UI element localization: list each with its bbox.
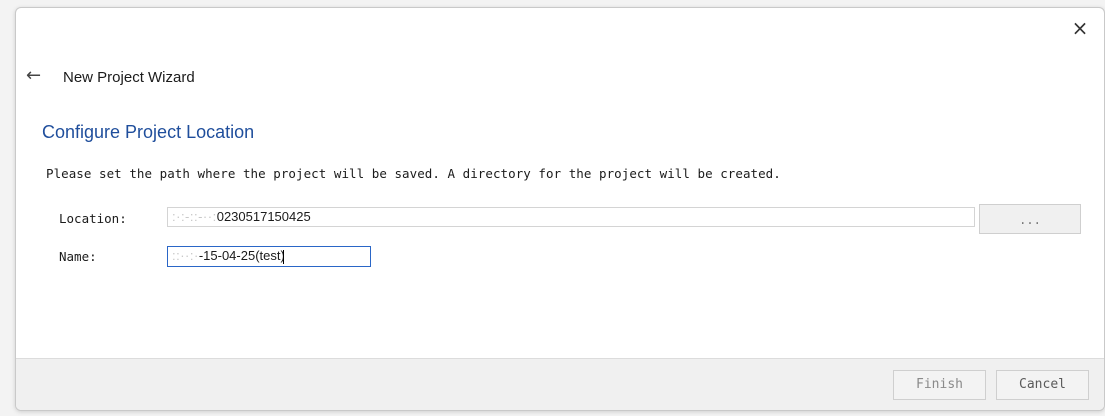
wizard-title: New Project Wizard — [63, 69, 195, 86]
finish-button[interactable]: Finish — [893, 370, 986, 400]
location-label: Location: — [59, 211, 127, 226]
description-text: Please set the path where the project wi… — [46, 166, 781, 181]
dialog-footer: Finish Cancel — [16, 358, 1104, 410]
location-visible-text: 0230517150425 — [216, 209, 311, 224]
back-arrow-icon[interactable]: ← — [26, 66, 48, 86]
name-label: Name: — [59, 249, 97, 264]
close-icon[interactable]: × — [1070, 18, 1090, 38]
new-project-dialog: × ← New Project Wizard Configure Project… — [15, 7, 1105, 411]
name-redacted-text: ::··:· — [172, 248, 199, 263]
name-visible-text: -15-04-25(test) — [198, 248, 285, 263]
location-redacted-text: :·:-::-··: — [172, 209, 217, 224]
cancel-button[interactable]: Cancel — [996, 370, 1089, 400]
name-field[interactable]: ::··:·-15-04-25(test) — [167, 246, 371, 267]
browse-button[interactable]: ... — [979, 204, 1081, 234]
text-caret — [282, 249, 284, 264]
location-field[interactable]: :·:-::-··:0230517150425 — [167, 207, 975, 227]
section-title: Configure Project Location — [42, 122, 255, 142]
